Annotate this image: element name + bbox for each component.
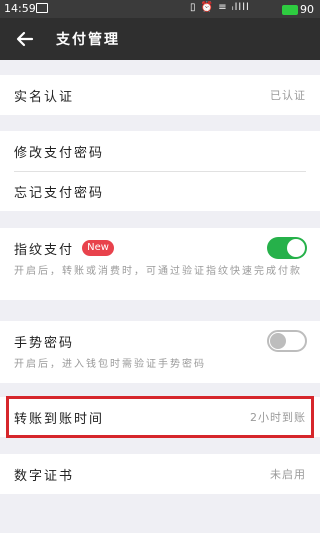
section-password: 修改支付密码 忘记支付密码 [0,131,320,211]
page-title: 支付管理 [56,32,120,48]
row-fingerprint: 指纹支付 New [0,228,320,268]
top-navbar: 支付管理 [0,18,320,60]
section-real-name: 实名认证 已认证 [0,75,320,115]
row-certificate[interactable]: 数字证书 未启用 [0,454,320,494]
highlight-box [6,396,314,438]
row-forgot-password[interactable]: 忘记支付密码 [0,171,320,211]
fingerprint-toggle[interactable] [267,237,307,259]
battery-icon [282,4,298,15]
status-time: 14:59 [4,2,36,15]
section-gesture: 手势密码 开启后，进入钱包时需验证手势密码 [0,321,320,383]
back-arrow-icon[interactable] [12,26,38,52]
battery-indicator: 90 [282,3,314,16]
battery-level: 90 [300,3,314,16]
forgot-password-label: 忘记支付密码 [14,186,105,201]
section-fingerprint: 指纹支付 New 开启后，转账或消费时，可通过验证指纹快速完成付款 [0,228,320,300]
notification-icon [36,3,48,13]
gesture-description: 开启后，进入钱包时需验证手势密码 [14,359,206,370]
toggle-knob [270,333,286,349]
certificate-label: 数字证书 [14,469,75,484]
change-password-label: 修改支付密码 [14,146,105,161]
gesture-label: 手势密码 [14,336,75,351]
fingerprint-label: 指纹支付 [14,243,75,258]
certificate-status: 未启用 [270,468,306,481]
new-badge: New [82,240,114,256]
row-real-name[interactable]: 实名认证 已认证 [0,75,320,115]
section-certificate: 数字证书 未启用 [0,454,320,494]
toggle-knob [287,239,305,257]
real-name-status: 已认证 [270,89,306,102]
status-bar: 14:59 ▯ ⏰ ≡ ᵢllll 90 [0,0,320,18]
real-name-label: 实名认证 [14,90,75,105]
fingerprint-description: 开启后，转账或消费时，可通过验证指纹快速完成付款 [14,266,302,277]
row-change-password[interactable]: 修改支付密码 [0,131,320,171]
gesture-toggle[interactable] [267,330,307,352]
status-icons: ▯ ⏰ ≡ ᵢllll [190,2,250,13]
row-gesture: 手势密码 [0,321,320,361]
